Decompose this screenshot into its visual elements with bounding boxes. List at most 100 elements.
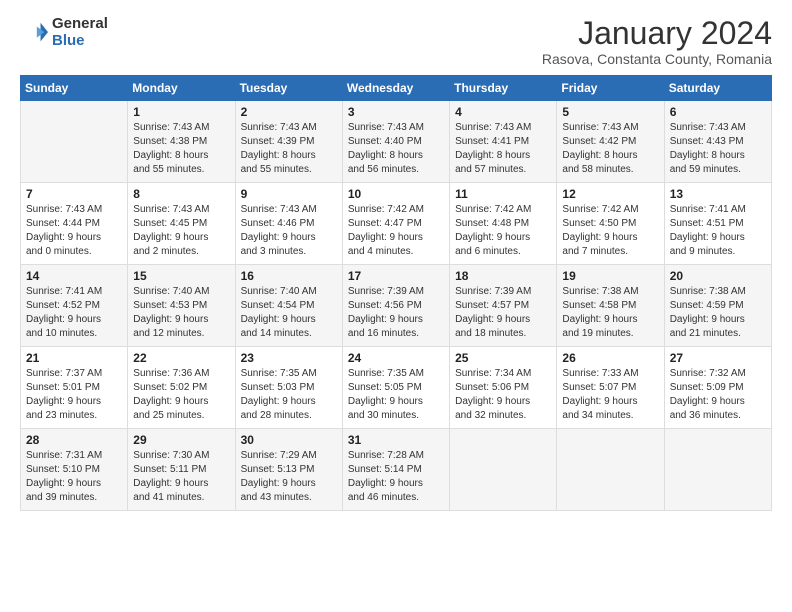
day-number: 18 bbox=[455, 269, 552, 283]
day-number: 1 bbox=[133, 105, 230, 119]
day-number: 24 bbox=[348, 351, 445, 365]
day-cell: 18 Sunrise: 7:39 AM Sunset: 4:57 PM Dayli… bbox=[450, 265, 557, 347]
day-number: 3 bbox=[348, 105, 445, 119]
day-cell: 3 Sunrise: 7:43 AM Sunset: 4:40 PM Daylig… bbox=[342, 101, 449, 183]
day-cell: 13Sunrise: 7:41 AM Sunset: 4:51 PM Dayli… bbox=[664, 183, 771, 265]
day-number: 21 bbox=[26, 351, 123, 365]
day-cell: 24 Sunrise: 7:35 AM Sunset: 5:05 PM Dayli… bbox=[342, 347, 449, 429]
logo-general: General bbox=[52, 16, 108, 33]
calendar-header: Sunday Monday Tuesday Wednesday Thursday… bbox=[21, 76, 772, 101]
day-info: Sunrise: 7:30 AM Sunset: 5:11 PM Dayligh… bbox=[133, 449, 230, 505]
day-cell: 25Sunrise: 7:34 AM Sunset: 5:06 PM Dayli… bbox=[450, 347, 557, 429]
header-thursday: Thursday bbox=[450, 76, 557, 101]
day-info: Sunrise: 7:42 AM Sunset: 4:48 PM Dayligh… bbox=[455, 203, 552, 259]
day-number: 28 bbox=[26, 433, 123, 447]
day-cell: 27 Sunrise: 7:32 AM Sunset: 5:09 PM Dayli… bbox=[664, 347, 771, 429]
header-tuesday: Tuesday bbox=[235, 76, 342, 101]
calendar-table: Sunday Monday Tuesday Wednesday Thursday… bbox=[20, 75, 772, 511]
week-row-4: 21Sunrise: 7:37 AM Sunset: 5:01 PM Dayli… bbox=[21, 347, 772, 429]
day-number: 6 bbox=[670, 105, 767, 119]
day-info: Sunrise: 7:40 AM Sunset: 4:54 PM Dayligh… bbox=[241, 285, 338, 341]
day-cell bbox=[557, 429, 664, 511]
day-cell: 4Sunrise: 7:43 AM Sunset: 4:41 PM Daylig… bbox=[450, 101, 557, 183]
header: General Blue January 2024 Rasova, Consta… bbox=[20, 16, 772, 67]
week-row-5: 28 Sunrise: 7:31 AM Sunset: 5:10 PM Dayli… bbox=[21, 429, 772, 511]
day-info: Sunrise: 7:32 AM Sunset: 5:09 PM Dayligh… bbox=[670, 367, 767, 423]
logo-icon bbox=[20, 19, 48, 47]
day-cell: 15Sunrise: 7:40 AM Sunset: 4:53 PM Dayli… bbox=[128, 265, 235, 347]
day-number: 5 bbox=[562, 105, 659, 119]
day-info: Sunrise: 7:43 AM Sunset: 4:43 PM Dayligh… bbox=[670, 121, 767, 177]
day-number: 22 bbox=[133, 351, 230, 365]
day-info: Sunrise: 7:41 AM Sunset: 4:52 PM Dayligh… bbox=[26, 285, 123, 341]
week-row-2: 7 Sunrise: 7:43 AM Sunset: 4:44 PM Daylig… bbox=[21, 183, 772, 265]
day-cell: 5 Sunrise: 7:43 AM Sunset: 4:42 PM Daylig… bbox=[557, 101, 664, 183]
day-cell: 6 Sunrise: 7:43 AM Sunset: 4:43 PM Daylig… bbox=[664, 101, 771, 183]
day-cell: 29 Sunrise: 7:30 AM Sunset: 5:11 PM Dayli… bbox=[128, 429, 235, 511]
calendar-body: 1 Sunrise: 7:43 AM Sunset: 4:38 PM Daylig… bbox=[21, 101, 772, 511]
day-number: 31 bbox=[348, 433, 445, 447]
day-cell: 19 Sunrise: 7:38 AM Sunset: 4:58 PM Dayli… bbox=[557, 265, 664, 347]
header-row: Sunday Monday Tuesday Wednesday Thursday… bbox=[21, 76, 772, 101]
day-info: Sunrise: 7:43 AM Sunset: 4:46 PM Dayligh… bbox=[241, 203, 338, 259]
day-cell: 7 Sunrise: 7:43 AM Sunset: 4:44 PM Daylig… bbox=[21, 183, 128, 265]
day-number: 19 bbox=[562, 269, 659, 283]
day-cell: 2 Sunrise: 7:43 AM Sunset: 4:39 PM Daylig… bbox=[235, 101, 342, 183]
location-subtitle: Rasova, Constanta County, Romania bbox=[542, 51, 772, 67]
header-wednesday: Wednesday bbox=[342, 76, 449, 101]
day-number: 11 bbox=[455, 187, 552, 201]
day-info: Sunrise: 7:33 AM Sunset: 5:07 PM Dayligh… bbox=[562, 367, 659, 423]
day-cell: 1 Sunrise: 7:43 AM Sunset: 4:38 PM Daylig… bbox=[128, 101, 235, 183]
day-info: Sunrise: 7:43 AM Sunset: 4:41 PM Dayligh… bbox=[455, 121, 552, 177]
day-cell: 11 Sunrise: 7:42 AM Sunset: 4:48 PM Dayli… bbox=[450, 183, 557, 265]
day-info: Sunrise: 7:28 AM Sunset: 5:14 PM Dayligh… bbox=[348, 449, 445, 505]
day-cell: 22 Sunrise: 7:36 AM Sunset: 5:02 PM Dayli… bbox=[128, 347, 235, 429]
day-info: Sunrise: 7:41 AM Sunset: 4:51 PM Dayligh… bbox=[670, 203, 767, 259]
day-number: 25 bbox=[455, 351, 552, 365]
day-number: 29 bbox=[133, 433, 230, 447]
day-info: Sunrise: 7:43 AM Sunset: 4:45 PM Dayligh… bbox=[133, 203, 230, 259]
day-cell: 10Sunrise: 7:42 AM Sunset: 4:47 PM Dayli… bbox=[342, 183, 449, 265]
day-info: Sunrise: 7:39 AM Sunset: 4:56 PM Dayligh… bbox=[348, 285, 445, 341]
day-cell: 9 Sunrise: 7:43 AM Sunset: 4:46 PM Daylig… bbox=[235, 183, 342, 265]
day-number: 26 bbox=[562, 351, 659, 365]
day-info: Sunrise: 7:35 AM Sunset: 5:03 PM Dayligh… bbox=[241, 367, 338, 423]
logo: General Blue bbox=[20, 16, 108, 49]
day-info: Sunrise: 7:43 AM Sunset: 4:44 PM Dayligh… bbox=[26, 203, 123, 259]
day-info: Sunrise: 7:39 AM Sunset: 4:57 PM Dayligh… bbox=[455, 285, 552, 341]
day-info: Sunrise: 7:36 AM Sunset: 5:02 PM Dayligh… bbox=[133, 367, 230, 423]
day-info: Sunrise: 7:29 AM Sunset: 5:13 PM Dayligh… bbox=[241, 449, 338, 505]
day-number: 12 bbox=[562, 187, 659, 201]
header-sunday: Sunday bbox=[21, 76, 128, 101]
day-info: Sunrise: 7:31 AM Sunset: 5:10 PM Dayligh… bbox=[26, 449, 123, 505]
day-number: 27 bbox=[670, 351, 767, 365]
day-cell: 30 Sunrise: 7:29 AM Sunset: 5:13 PM Dayli… bbox=[235, 429, 342, 511]
day-info: Sunrise: 7:43 AM Sunset: 4:42 PM Dayligh… bbox=[562, 121, 659, 177]
day-number: 16 bbox=[241, 269, 338, 283]
day-cell: 8Sunrise: 7:43 AM Sunset: 4:45 PM Daylig… bbox=[128, 183, 235, 265]
day-cell bbox=[21, 101, 128, 183]
day-cell: 14 Sunrise: 7:41 AM Sunset: 4:52 PM Dayli… bbox=[21, 265, 128, 347]
day-number: 14 bbox=[26, 269, 123, 283]
day-number: 23 bbox=[241, 351, 338, 365]
day-info: Sunrise: 7:38 AM Sunset: 4:58 PM Dayligh… bbox=[562, 285, 659, 341]
day-cell bbox=[664, 429, 771, 511]
day-cell: 31 Sunrise: 7:28 AM Sunset: 5:14 PM Dayli… bbox=[342, 429, 449, 511]
day-number: 9 bbox=[241, 187, 338, 201]
day-cell: 12Sunrise: 7:42 AM Sunset: 4:50 PM Dayli… bbox=[557, 183, 664, 265]
day-number: 15 bbox=[133, 269, 230, 283]
day-cell: 16 Sunrise: 7:40 AM Sunset: 4:54 PM Dayli… bbox=[235, 265, 342, 347]
day-number: 2 bbox=[241, 105, 338, 119]
day-cell bbox=[450, 429, 557, 511]
title-block: January 2024 Rasova, Constanta County, R… bbox=[542, 16, 772, 67]
day-info: Sunrise: 7:35 AM Sunset: 5:05 PM Dayligh… bbox=[348, 367, 445, 423]
day-info: Sunrise: 7:43 AM Sunset: 4:38 PM Dayligh… bbox=[133, 121, 230, 177]
day-info: Sunrise: 7:43 AM Sunset: 4:40 PM Dayligh… bbox=[348, 121, 445, 177]
day-cell: 23 Sunrise: 7:35 AM Sunset: 5:03 PM Dayli… bbox=[235, 347, 342, 429]
logo-text: General Blue bbox=[52, 16, 108, 49]
day-number: 7 bbox=[26, 187, 123, 201]
day-number: 30 bbox=[241, 433, 338, 447]
day-info: Sunrise: 7:43 AM Sunset: 4:39 PM Dayligh… bbox=[241, 121, 338, 177]
header-monday: Monday bbox=[128, 76, 235, 101]
month-title: January 2024 bbox=[542, 16, 772, 51]
